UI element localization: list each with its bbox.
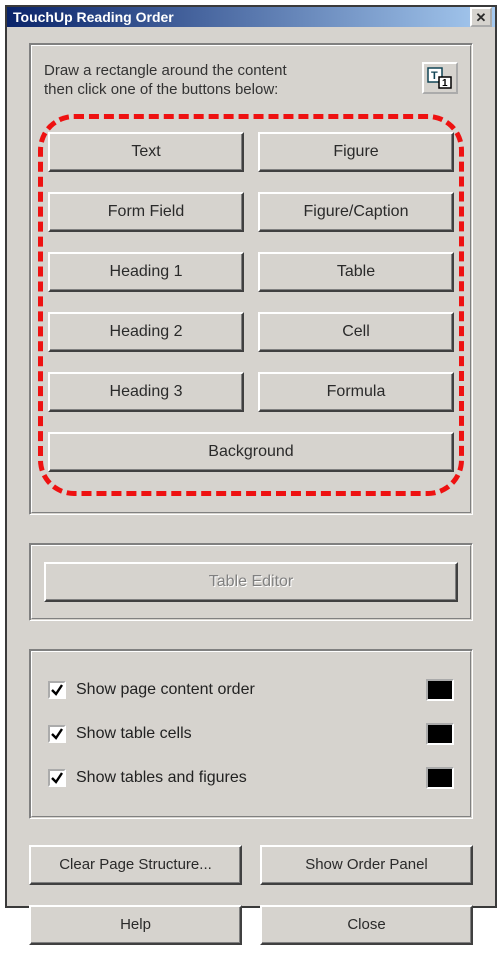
window-title: TouchUp Reading Order: [13, 9, 470, 25]
clear-page-structure-button[interactable]: Clear Page Structure...: [29, 845, 242, 885]
instruction-row: Draw a rectangle around the content then…: [44, 62, 458, 100]
close-icon[interactable]: ✕: [470, 7, 492, 27]
table-editor-button: Table Editor: [44, 562, 458, 602]
show-table-cells-row: Show table cells: [48, 712, 454, 756]
tagging-group: Draw a rectangle around the content then…: [29, 43, 473, 515]
tag-buttons-highlight: Text Figure Form Field Figure/Caption He…: [38, 114, 464, 496]
tag-buttons-grid: Text Figure Form Field Figure/Caption He…: [48, 132, 454, 472]
text-button[interactable]: Text: [48, 132, 244, 172]
touchup-tool-icon[interactable]: T 1: [422, 62, 458, 94]
instruction-line2: then click one of the buttons below:: [44, 81, 414, 100]
tables-figures-color-swatch[interactable]: [426, 767, 454, 789]
instruction-line1: Draw a rectangle around the content: [44, 62, 414, 81]
bottom-buttons: Clear Page Structure... Show Order Panel…: [29, 845, 473, 945]
dialog-window: TouchUp Reading Order ✕ Draw a rectangle…: [5, 5, 497, 908]
form-field-button[interactable]: Form Field: [48, 192, 244, 232]
cell-button[interactable]: Cell: [258, 312, 454, 352]
show-page-content-order-checkbox[interactable]: [48, 681, 66, 699]
figure-button[interactable]: Figure: [258, 132, 454, 172]
table-cells-color-swatch[interactable]: [426, 723, 454, 745]
svg-text:1: 1: [442, 78, 448, 89]
table-editor-group: Table Editor: [29, 543, 473, 621]
table-button[interactable]: Table: [258, 252, 454, 292]
page-content-order-color-swatch[interactable]: [426, 679, 454, 701]
titlebar: TouchUp Reading Order ✕: [7, 7, 495, 27]
help-button[interactable]: Help: [29, 905, 242, 945]
display-options-group: Show page content order Show table cells…: [29, 649, 473, 819]
show-table-cells-label: Show table cells: [76, 725, 426, 743]
close-button[interactable]: Close: [260, 905, 473, 945]
background-button[interactable]: Background: [48, 432, 454, 472]
svg-text:T: T: [431, 70, 438, 82]
show-tables-figures-checkbox[interactable]: [48, 769, 66, 787]
heading3-button[interactable]: Heading 3: [48, 372, 244, 412]
show-table-cells-checkbox[interactable]: [48, 725, 66, 743]
show-tables-figures-label: Show tables and figures: [76, 769, 426, 787]
show-page-content-order-label: Show page content order: [76, 681, 426, 699]
figure-caption-button[interactable]: Figure/Caption: [258, 192, 454, 232]
show-order-panel-button[interactable]: Show Order Panel: [260, 845, 473, 885]
formula-button[interactable]: Formula: [258, 372, 454, 412]
show-tables-figures-row: Show tables and figures: [48, 756, 454, 800]
heading2-button[interactable]: Heading 2: [48, 312, 244, 352]
instruction-text: Draw a rectangle around the content then…: [44, 62, 414, 100]
dialog-body: Draw a rectangle around the content then…: [7, 27, 495, 967]
heading1-button[interactable]: Heading 1: [48, 252, 244, 292]
show-page-content-order-row: Show page content order: [48, 668, 454, 712]
